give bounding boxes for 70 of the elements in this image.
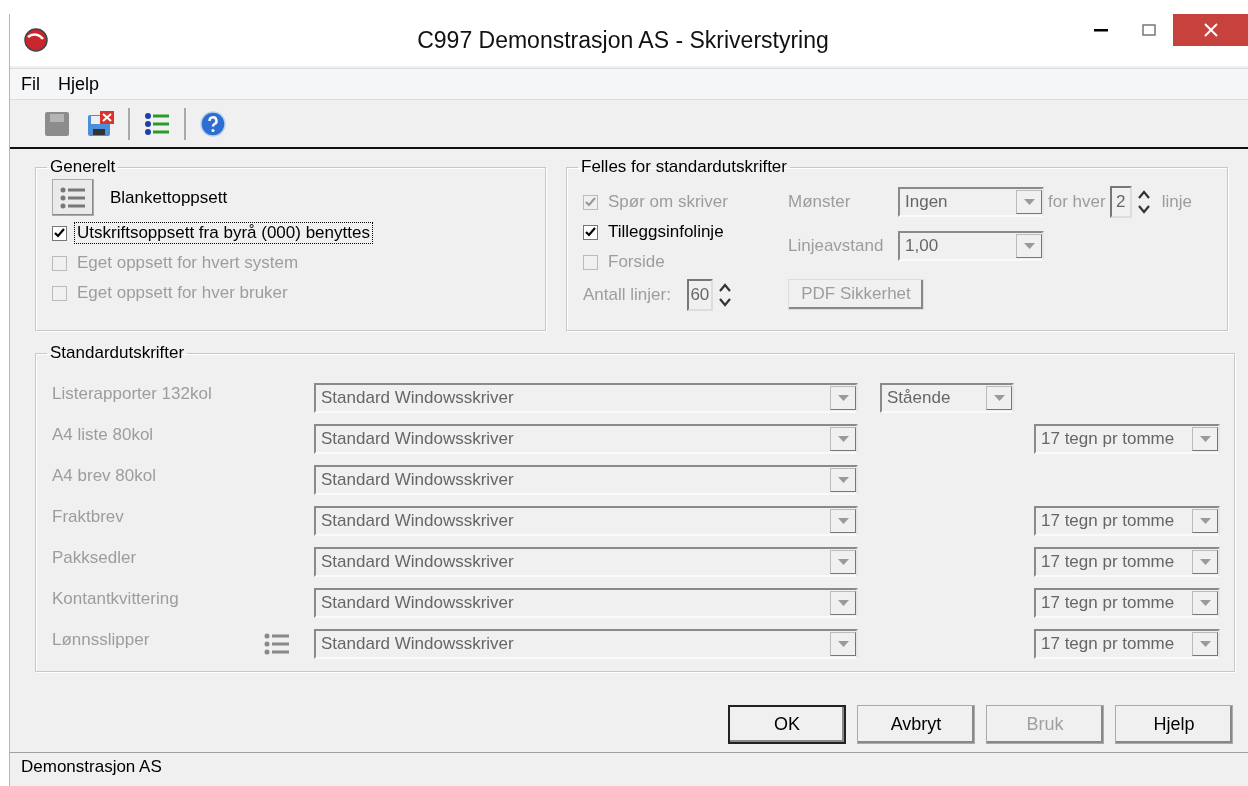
menu-item[interactable]: Fil — [21, 73, 40, 95]
printer-row-label: Listerapporter 132kol — [52, 384, 212, 404]
printer-dropdown[interactable]: Standard Windowsskriver — [314, 383, 858, 413]
checkbox[interactable] — [52, 225, 67, 241]
pattern-dropdown[interactable]: Ingen — [898, 187, 1044, 218]
dropdown-arrow-icon — [1199, 641, 1211, 647]
form-setup-button[interactable] — [52, 179, 94, 216]
dropdown-arrow-icon — [1199, 600, 1211, 606]
group-title: Generelt — [49, 157, 117, 177]
dropdown-arrow-icon — [1023, 199, 1035, 206]
pitch-dropdown[interactable]: 17 tegn pr tomme — [1034, 588, 1220, 618]
printer-dropdown[interactable]: Standard Windowsskriver — [314, 506, 858, 536]
pitch-dropdown[interactable]: 17 tegn pr tomme — [1034, 506, 1220, 536]
group-title: Standardutskrifter — [49, 343, 186, 363]
menu-item[interactable]: Hjelp — [58, 73, 100, 95]
dropdown-arrow-icon — [993, 395, 1005, 401]
maximize-icon — [1142, 24, 1156, 36]
unit-label: linje — [1161, 192, 1192, 213]
dropdown-arrow-icon — [837, 559, 849, 565]
checkbox-row[interactable]: Utskriftsoppsett fra byrå (000) benyttes — [52, 218, 531, 248]
dropdown-arrow-icon — [1199, 559, 1211, 565]
status-text: Demonstrasjon AS — [21, 756, 162, 777]
list-icon — [264, 633, 290, 655]
checkbox[interactable] — [583, 224, 598, 240]
pitch-dropdown[interactable]: 17 tegn pr tomme — [1034, 629, 1220, 659]
dialog-button[interactable]: Avbryt — [857, 705, 975, 744]
setup-button[interactable] — [264, 633, 290, 655]
printer-row-label: Pakksedler — [52, 548, 137, 568]
printer-dropdown[interactable]: Standard Windowsskriver — [314, 465, 858, 495]
help-icon — [200, 110, 226, 137]
printer-row-label: A4 brev 80kol — [52, 466, 156, 486]
printer-dropdown[interactable]: Standard Windowsskriver — [314, 547, 858, 577]
printer-row-label: A4 liste 80kol — [52, 425, 154, 445]
dropdown-arrow-icon — [837, 395, 849, 401]
every-label: for hver — [1048, 192, 1106, 213]
printer-row-label: Lønnsslipper — [52, 630, 150, 650]
dropdown-arrow-icon — [837, 600, 849, 606]
printer-dropdown[interactable]: Standard Windowsskriver — [314, 588, 858, 618]
pitch-dropdown[interactable]: 17 tegn pr tomme — [1034, 547, 1220, 577]
dropdown-arrow-icon — [837, 436, 849, 442]
dialog-button[interactable]: Hjelp — [1115, 705, 1233, 744]
group-title: Felles for standardutskrifter — [580, 157, 788, 177]
dialog-button[interactable]: OK — [728, 705, 846, 744]
list-icon — [144, 111, 170, 136]
line-count-label: Antall linjer: — [583, 285, 671, 305]
printer-row-label: Fraktbrev — [52, 507, 124, 527]
pattern-label: Mønster — [788, 192, 852, 213]
save-delete-icon — [87, 110, 115, 137]
dropdown-arrow-icon — [1023, 243, 1035, 250]
printer-dropdown[interactable]: Standard Windowsskriver — [314, 629, 858, 659]
dropdown-arrow-icon — [1199, 436, 1211, 442]
dropdown-arrow-icon — [1199, 518, 1211, 524]
close-button[interactable] — [1173, 14, 1248, 46]
line-spacing-label: Linjeavstand — [788, 236, 885, 257]
checkbox-row[interactable]: Tilleggsinfolinje — [583, 217, 788, 247]
minimize-icon — [1094, 28, 1108, 32]
close-icon — [1204, 23, 1218, 37]
printer-row-label: Kontantkvittering — [52, 589, 179, 609]
list-icon — [60, 186, 86, 209]
pitch-dropdown[interactable]: 17 tegn pr tomme — [1034, 424, 1220, 454]
dropdown-arrow-icon — [837, 641, 849, 647]
dropdown-arrow-icon — [837, 477, 849, 483]
save-icon — [44, 110, 70, 137]
window-title: C997 Demonstrasjon AS - Skriverstyring — [416, 26, 830, 54]
app-logo-icon — [23, 27, 49, 53]
printer-dropdown[interactable]: Standard Windowsskriver — [314, 424, 858, 454]
form-setup-label: Blankettoppsett — [110, 187, 228, 208]
dropdown-arrow-icon — [837, 518, 849, 524]
line-spacing-dropdown[interactable]: 1,00 — [898, 231, 1044, 262]
orientation-dropdown[interactable]: Stående — [880, 383, 1014, 413]
